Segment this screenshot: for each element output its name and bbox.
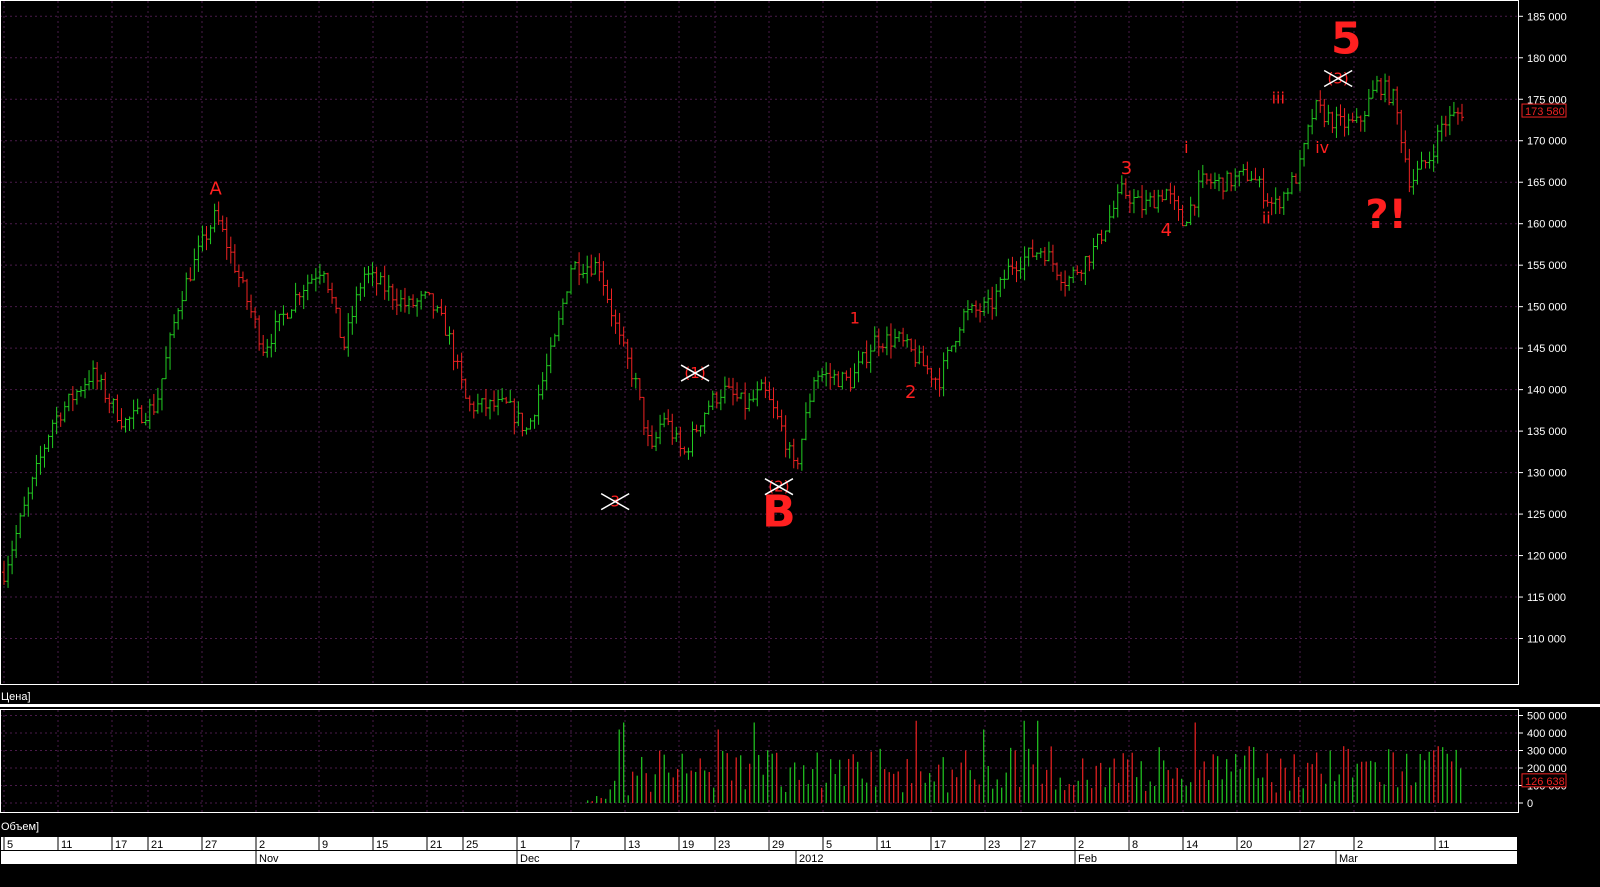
volume-tick-label: 0 [1527,798,1533,810]
day-label: 5 [7,839,13,851]
day-label: 13 [628,839,640,851]
price-tick-label: 160 000 [1527,219,1567,231]
volume-tick-label: 200 000 [1527,763,1567,775]
day-label: 1 [520,839,526,851]
wave-label: 1 [850,308,860,327]
price-tick-label: 110 000 [1527,634,1566,646]
day-label: 7 [574,839,580,851]
panel-splitter[interactable] [0,704,1600,707]
day-label: 25 [466,839,478,851]
day-label: 2 [1078,839,1084,851]
wave-label: A [210,179,223,200]
day-label: 11 [1438,839,1449,851]
day-label: 11 [61,839,72,851]
price-tick-label: 150 000 [1527,302,1567,314]
chart-background [0,0,1600,887]
price-tick-label: 135 000 [1527,426,1567,438]
volume-panel-label: Объем] [1,821,39,833]
day-label: 23 [718,839,730,851]
price-tick-label: 165 000 [1527,177,1567,189]
day-label: 21 [151,839,163,851]
price-panel-label: Цена] [1,691,31,703]
month-label: Dec [520,853,540,865]
day-label: 17 [115,839,127,851]
day-label: 9 [322,839,328,851]
day-label: 2 [1357,839,1363,851]
day-label: 15 [376,839,388,851]
wave-label: 3 [1121,158,1132,179]
day-label: 27 [1303,839,1315,851]
chart-canvas: A1234iiiiiiivB5?!3(1)(2)(3) 185 000180 0… [0,0,1600,887]
month-label: Nov [259,853,279,865]
day-label: 14 [1186,839,1198,851]
price-tick-label: 125 000 [1527,509,1567,521]
last-volume-label: 126 638 [1525,776,1565,788]
wave-label: iii [1272,88,1285,107]
last-price-label: 173 580 [1525,106,1565,118]
price-tick-label: 170 000 [1527,136,1567,148]
day-label: 8 [1132,839,1138,851]
day-label: 2 [259,839,265,851]
price-tick-label: 155 000 [1527,260,1567,272]
volume-tick-label: 300 000 [1527,746,1567,758]
day-label: 27 [205,839,217,851]
day-label: 21 [430,839,442,851]
wave-label: iv [1315,138,1329,157]
day-label: 23 [988,839,1000,851]
price-tick-label: 145 000 [1527,343,1567,355]
day-label: 27 [1024,839,1036,851]
wave-label: ii [1262,209,1271,228]
volume-tick-label: 400 000 [1527,728,1567,740]
wave-label: i [1184,138,1188,157]
price-tick-label: 120 000 [1527,551,1567,563]
wave-label: 5 [1331,14,1362,65]
day-label: 20 [1240,839,1252,851]
month-label: Feb [1078,853,1097,865]
price-tick-label: 140 000 [1527,385,1567,397]
day-label: 5 [826,839,832,851]
price-tick-label: 185 000 [1527,11,1567,23]
month-label: Mar [1339,853,1358,865]
day-label: 11 [880,839,891,851]
day-label: 19 [682,839,694,851]
wave-label: 4 [1161,220,1172,241]
price-tick-label: 115 000 [1527,592,1566,604]
month-label: 2012 [799,853,823,865]
wave-label: 2 [905,382,916,403]
price-tick-label: 130 000 [1527,468,1567,480]
day-label: 29 [772,839,784,851]
volume-tick-label: 500 000 [1527,711,1567,723]
day-label: 17 [934,839,946,851]
price-tick-label: 180 000 [1527,53,1567,65]
wave-label: ?! [1365,192,1406,238]
